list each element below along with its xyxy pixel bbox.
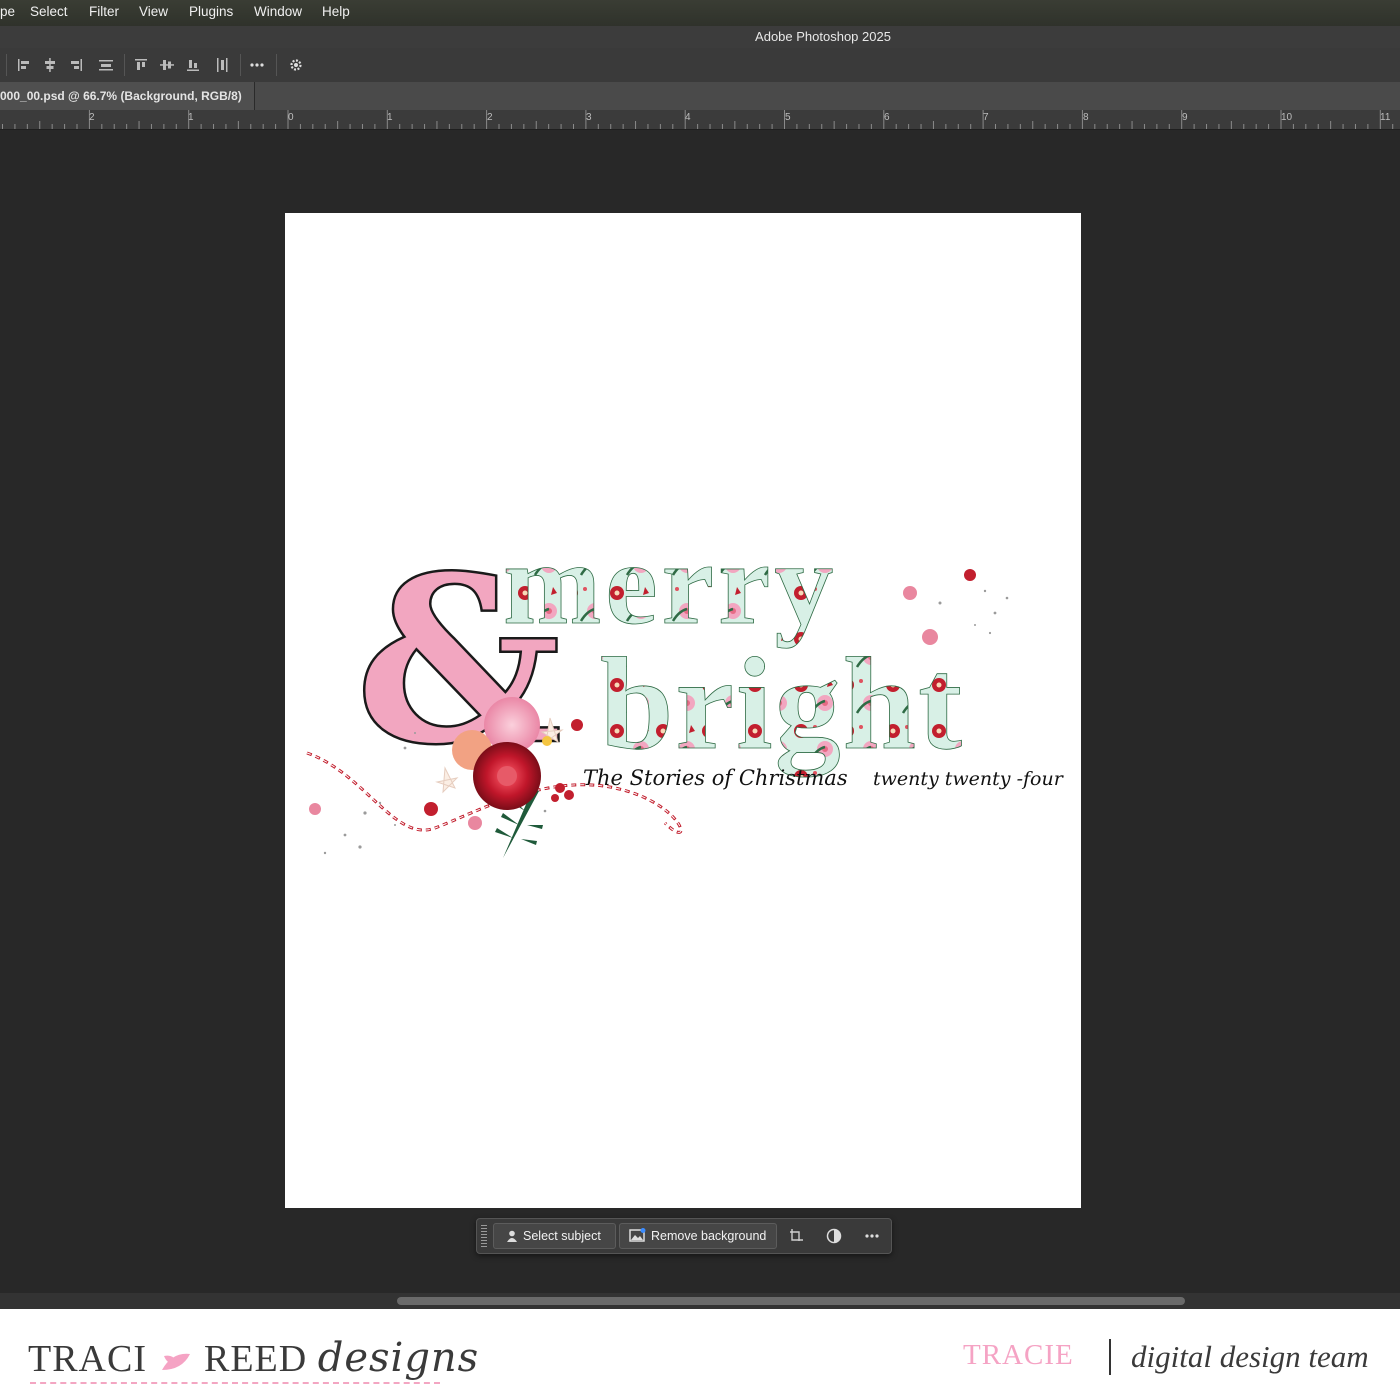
ruler-label: 2	[89, 112, 95, 123]
divider	[1109, 1339, 1111, 1375]
align-top-icon[interactable]	[133, 57, 149, 73]
year-text: twenty twenty -four	[873, 768, 1065, 790]
scrollbar-thumb[interactable]	[397, 1297, 1185, 1305]
more-icon[interactable]	[863, 1227, 881, 1245]
align-right-icon[interactable]	[68, 57, 84, 73]
distribute-icon[interactable]	[98, 57, 114, 73]
document-tab-label: 000_00.psd @ 66.7% (Background, RGB/8)	[0, 89, 242, 103]
gear-icon[interactable]	[288, 57, 304, 73]
document-tab[interactable]: 000_00.psd @ 66.7% (Background, RGB/8)	[0, 82, 255, 110]
align-center-icon[interactable]	[42, 57, 58, 73]
leaf-logo-icon	[161, 1354, 190, 1371]
ruler-label: 6	[884, 112, 890, 123]
ruler-ticks	[2, 110, 1394, 129]
menu-item-filter[interactable]: Filter	[89, 4, 119, 19]
menu-bar: pe Select Filter View Plugins Window Hel…	[0, 0, 1400, 27]
brand-underline	[30, 1382, 440, 1384]
brand-word-1: TRACI	[28, 1338, 147, 1380]
divider	[276, 54, 277, 76]
ruler-label: 5	[785, 112, 791, 123]
distribute-vertical-icon[interactable]	[214, 57, 230, 73]
brand-logo: TRACI REED designs	[28, 1335, 479, 1381]
select-subject-label: Select subject	[523, 1229, 601, 1243]
brand-script: designs	[317, 1335, 480, 1381]
menu-item-window[interactable]: Window	[254, 4, 302, 19]
horizontal-scrollbar[interactable]	[0, 1293, 1400, 1309]
adjust-icon[interactable]	[825, 1227, 843, 1245]
align-left-icon[interactable]	[16, 57, 32, 73]
ruler-label: 11	[1380, 112, 1391, 123]
ruler-label: 1	[387, 112, 393, 123]
crop-icon[interactable]	[788, 1227, 806, 1245]
app-title: Adobe Photoshop 2025	[755, 29, 891, 44]
subtitle-text: The Stories of Christmas	[583, 766, 848, 790]
remove-background-label: Remove background	[651, 1229, 767, 1243]
options-bar	[0, 48, 1400, 83]
ruler-label: 10	[1281, 112, 1293, 123]
team-label: digital design team	[1131, 1339, 1369, 1374]
divider	[240, 54, 241, 76]
ruler-label: 8	[1083, 112, 1089, 123]
ruler-label: 0	[288, 112, 294, 123]
menu-item-plugins[interactable]: Plugins	[189, 4, 233, 19]
remove-background-button[interactable]: Remove background	[619, 1223, 777, 1249]
contextual-taskbar: Select subject Remove background	[476, 1218, 892, 1254]
ruler-label: 3	[586, 112, 592, 123]
word-bright: bright	[600, 630, 964, 777]
align-bottom-icon[interactable]	[185, 57, 201, 73]
footer-banner: TRACI REED designs TRACIE digital design…	[0, 1309, 1400, 1400]
more-icon[interactable]	[249, 57, 265, 73]
image-icon	[629, 1228, 646, 1242]
align-middle-icon[interactable]	[159, 57, 175, 73]
divider	[124, 54, 125, 76]
menu-item-help[interactable]: Help	[322, 4, 350, 19]
document-canvas[interactable]: & merry bright The Stories of Christmas …	[285, 213, 1081, 1208]
ruler-label: 9	[1182, 112, 1188, 123]
drag-handle[interactable]	[481, 1225, 487, 1247]
person-icon	[507, 1230, 517, 1242]
brand-word-2: REED	[204, 1338, 308, 1380]
menu-item-select[interactable]: Select	[30, 4, 68, 19]
designer-name: TRACIE	[963, 1339, 1074, 1371]
document-tab-bar: 000_00.psd @ 66.7% (Background, RGB/8)	[0, 82, 1400, 111]
title-artwork: & merry bright The Stories of Christmas …	[306, 518, 1065, 858]
title-bar: Adobe Photoshop 2025	[0, 26, 1400, 49]
ruler-label: 4	[685, 112, 691, 123]
menu-item-image[interactable]: pe	[0, 4, 15, 19]
menu-item-view[interactable]: View	[139, 4, 168, 19]
select-subject-button[interactable]: Select subject	[493, 1223, 616, 1249]
horizontal-ruler[interactable]: 2 1 0 1 2 3 4 5 6 7 8 9 10 11	[0, 110, 1400, 130]
ruler-label: 7	[983, 112, 989, 123]
divider	[6, 54, 7, 76]
ruler-label: 1	[188, 112, 194, 123]
ruler-label: 2	[487, 112, 493, 123]
